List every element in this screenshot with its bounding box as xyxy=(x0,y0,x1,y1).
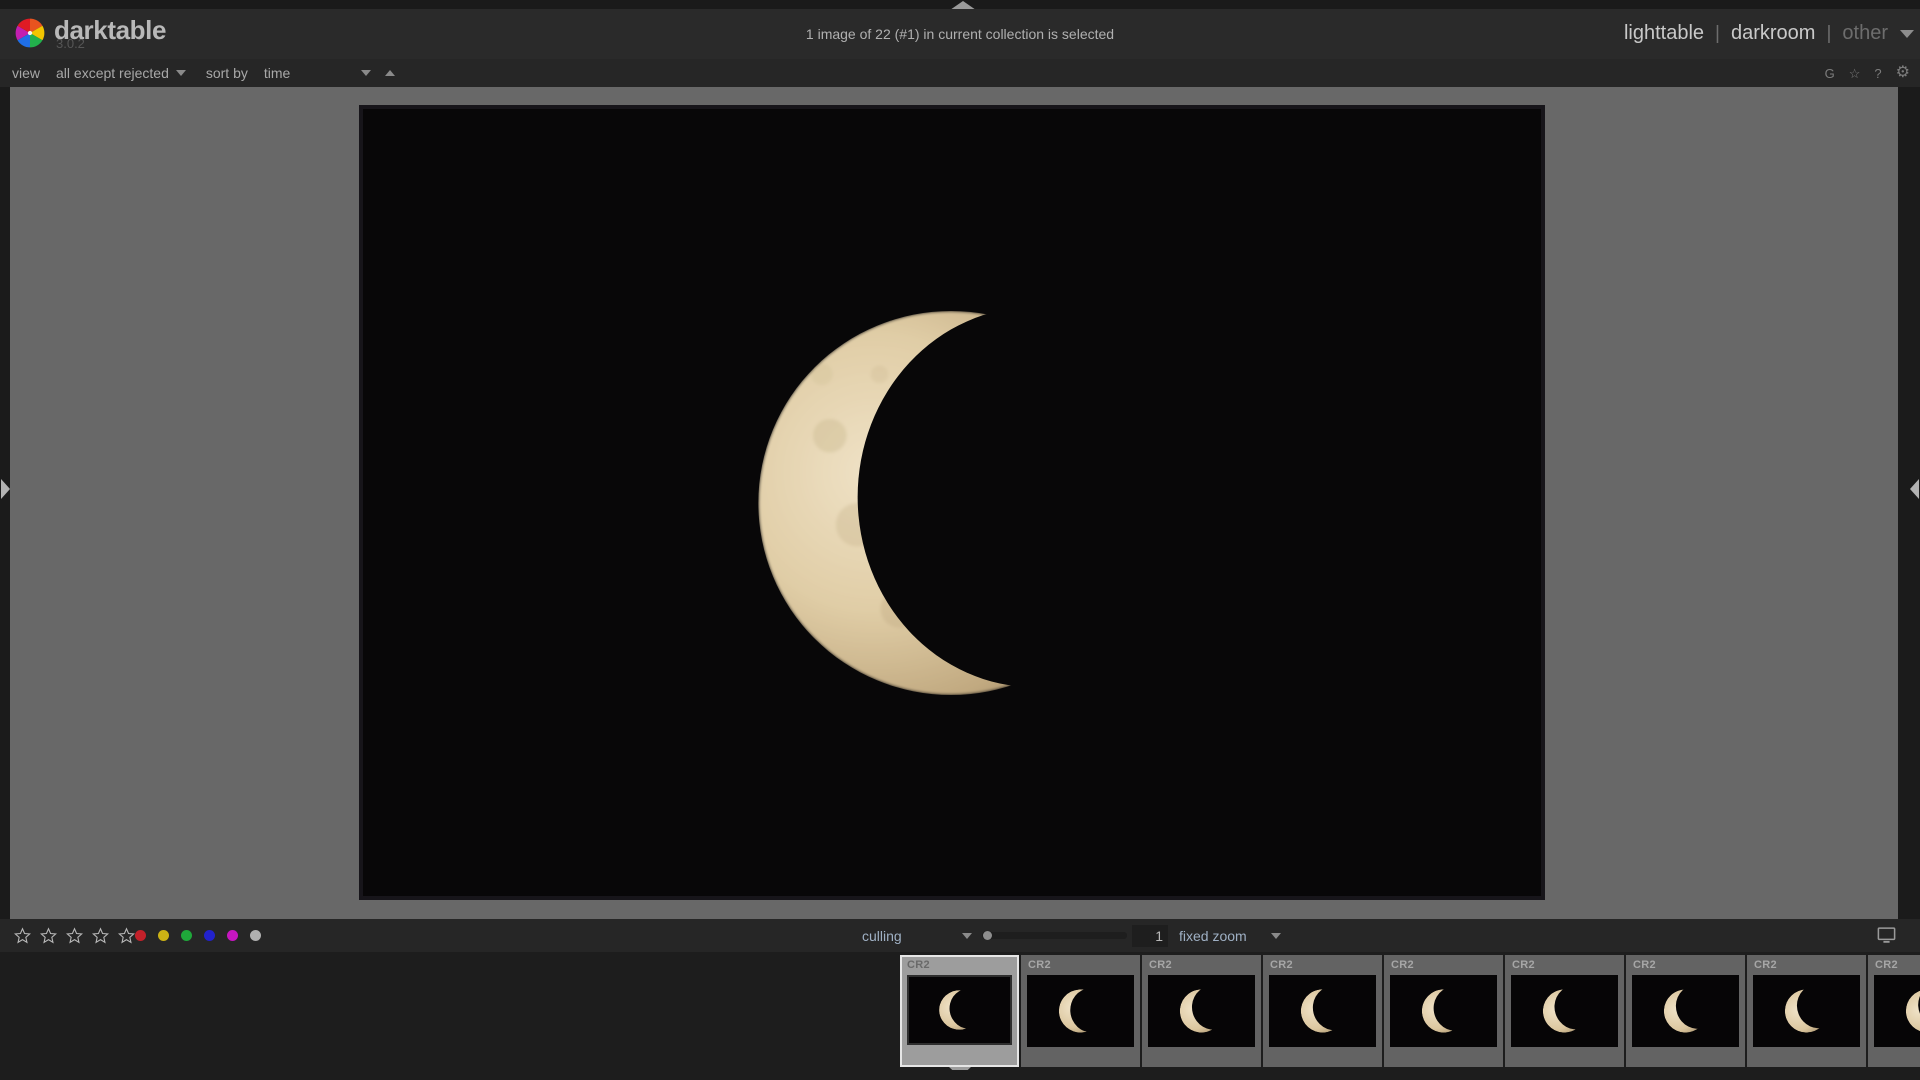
left-panel-strip xyxy=(0,87,10,919)
star-icon-3[interactable] xyxy=(66,927,83,944)
thumbnail-extension-label: CR2 xyxy=(1512,959,1535,971)
star-icon-1[interactable] xyxy=(14,927,31,944)
star-icon-2[interactable] xyxy=(40,927,57,944)
main-image-frame[interactable] xyxy=(359,105,1545,900)
preferences-gear-icon[interactable]: ⚙ xyxy=(1896,65,1910,81)
toolbar-icon-group: G ☆ ? ⚙ xyxy=(1825,59,1910,87)
zoom-mode-dropdown[interactable]: fixed zoom xyxy=(1179,928,1281,944)
thumbnail-moon-image xyxy=(1632,975,1739,1047)
sort-by-label: sort by xyxy=(205,65,248,81)
app-header: darktable 3.0.2 1 image of 22 (#1) in cu… xyxy=(0,9,1920,59)
right-panel-expander-icon[interactable] xyxy=(1910,479,1919,499)
thumbnail-extension-label: CR2 xyxy=(1149,959,1172,971)
bottom-toolbar: culling 1 fixed zoom xyxy=(0,919,1920,952)
thumbnail-moon-image xyxy=(1269,975,1376,1047)
thumbnail-moon-image xyxy=(1148,975,1255,1047)
chevron-down-icon[interactable] xyxy=(1900,30,1914,38)
thumbnail-moon-image xyxy=(907,975,1012,1045)
darktable-aperture-logo-icon xyxy=(15,18,45,48)
right-panel-strip xyxy=(1898,87,1920,919)
sort-field-dropdown[interactable] xyxy=(354,70,378,76)
thumbnail-extension-label: CR2 xyxy=(1633,959,1656,971)
thumbnail-extension-label: CR2 xyxy=(1875,959,1898,971)
color-label-blue[interactable] xyxy=(204,930,215,941)
view-tab-darkroom[interactable]: darkroom xyxy=(1731,22,1815,45)
sort-direction-button[interactable] xyxy=(378,70,402,76)
bottom-panel-strip xyxy=(0,1070,1920,1080)
filmstrip-thumbnail[interactable]: CR2 xyxy=(1021,955,1140,1067)
color-label-magenta[interactable] xyxy=(227,930,238,941)
thumbnail-extension-label: CR2 xyxy=(1270,959,1293,971)
chevron-down-icon xyxy=(360,70,371,76)
chevron-down-icon xyxy=(1270,932,1281,939)
view-separator-1: | xyxy=(1715,23,1720,44)
overlays-star-icon[interactable]: ☆ xyxy=(1849,67,1861,80)
left-panel-expander-icon[interactable] xyxy=(1,479,10,499)
chevron-down-icon xyxy=(175,70,186,76)
view-separator-2: | xyxy=(1826,23,1832,44)
zoom-slider-handle[interactable] xyxy=(983,931,992,940)
color-label-gray[interactable] xyxy=(250,930,261,941)
help-icon[interactable]: ? xyxy=(1874,67,1881,80)
thumbnail-extension-label: CR2 xyxy=(1028,959,1051,971)
chevron-down-icon xyxy=(962,932,972,939)
main-image-moon xyxy=(363,109,1541,896)
color-label-green[interactable] xyxy=(181,930,192,941)
view-tab-other[interactable]: other xyxy=(1842,22,1888,45)
layout-mode-value: culling xyxy=(862,927,902,944)
filmstrip-thumbnail[interactable]: CR2 xyxy=(1263,955,1382,1067)
thumbnail-moon-image xyxy=(1874,975,1920,1047)
zoom-value-input[interactable]: 1 xyxy=(1132,924,1168,947)
filmstrip-thumbnail[interactable]: CR2 xyxy=(1505,955,1624,1067)
display-profile-button[interactable] xyxy=(1877,919,1896,952)
filmstrip-thumbnail[interactable]: CR2 xyxy=(1384,955,1503,1067)
thumbnail-extension-label: CR2 xyxy=(907,959,930,971)
filmstrip-thumbnail[interactable]: CR2 xyxy=(1747,955,1866,1067)
app-version: 3.0.2 xyxy=(56,36,85,51)
filmstrip-thumbnail[interactable]: CR2 xyxy=(900,955,1019,1070)
zoom-mode-value: fixed zoom xyxy=(1179,927,1247,944)
filter-dropdown[interactable]: all except rejected xyxy=(56,65,186,81)
filmstrip-thumbnail[interactable]: CR2 xyxy=(1626,955,1745,1067)
sort-field-value[interactable]: time xyxy=(264,65,354,81)
filmstrip-track: CR2 CR2 CR2 CR2 CR2 CR2 CR2 CR2 CR2 xyxy=(900,955,1920,1070)
sort-ascending-icon xyxy=(384,70,395,76)
thumbnail-extension-label: CR2 xyxy=(1754,959,1777,971)
view-filter-label: view xyxy=(12,65,41,81)
app-logo[interactable]: darktable 3.0.2 xyxy=(12,15,166,51)
top-panel-strip xyxy=(0,0,1920,10)
filter-sort-controls: view all except rejected sort by time xyxy=(12,59,402,87)
filter-sort-toolbar: view all except rejected sort by time G … xyxy=(0,59,1920,87)
monitor-icon xyxy=(1877,927,1896,943)
grouping-icon[interactable]: G xyxy=(1825,67,1835,80)
zoom-slider[interactable] xyxy=(982,931,1127,940)
color-label-red[interactable] xyxy=(135,930,146,941)
star-icon-4[interactable] xyxy=(92,927,109,944)
thumbnail-extension-label: CR2 xyxy=(1391,959,1414,971)
color-label-yellow[interactable] xyxy=(158,930,169,941)
thumbnail-moon-image xyxy=(1511,975,1618,1047)
thumbnail-moon-image xyxy=(1390,975,1497,1047)
color-label-group xyxy=(135,919,261,952)
filter-dropdown-value: all except rejected xyxy=(56,65,169,81)
thumbnail-moon-image xyxy=(1753,975,1860,1047)
filmstrip-thumbnail[interactable]: CR2 xyxy=(1868,955,1920,1067)
culling-controls: culling 1 fixed zoom xyxy=(862,919,1281,952)
thumbnail-moon-image xyxy=(1027,975,1134,1047)
center-view xyxy=(10,87,1898,919)
layout-mode-dropdown[interactable]: culling xyxy=(862,928,972,944)
darktable-window: darktable 3.0.2 1 image of 22 (#1) in cu… xyxy=(0,0,1920,1080)
filmstrip: CR2 CR2 CR2 CR2 CR2 CR2 CR2 CR2 CR2 xyxy=(0,952,1920,1070)
filmstrip-thumbnail[interactable]: CR2 xyxy=(1142,955,1261,1067)
star-icon-5[interactable] xyxy=(118,927,135,944)
view-tab-lighttable[interactable]: lighttable xyxy=(1624,22,1704,45)
view-switcher: lighttable | darkroom | other xyxy=(1624,22,1888,45)
rating-stars xyxy=(8,919,135,952)
